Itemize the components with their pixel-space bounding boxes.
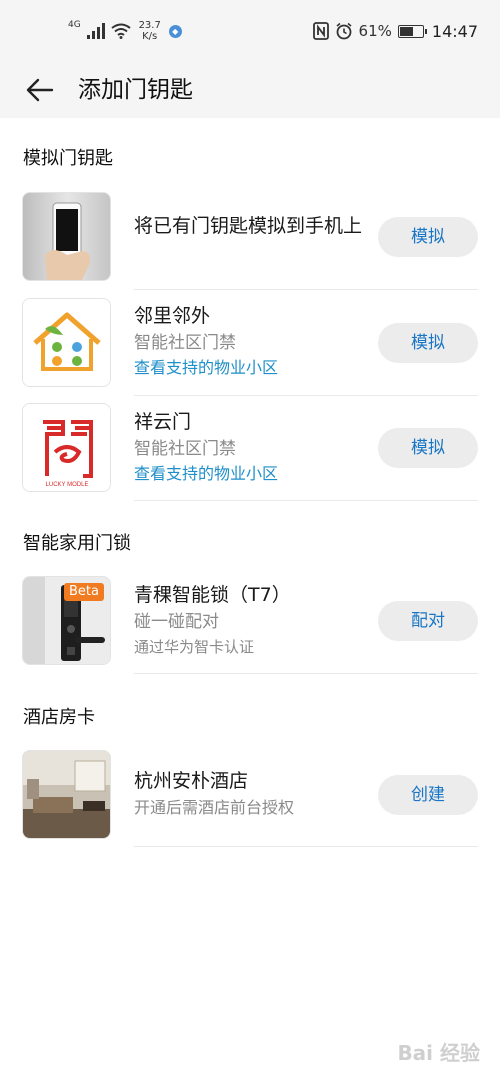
hotel-room-image bbox=[23, 751, 110, 838]
item-subtitle: 碰一碰配对 bbox=[134, 612, 219, 632]
simulate-button[interactable]: 模拟 bbox=[378, 217, 478, 257]
status-left: 4G 23.7 K/s ◆ bbox=[68, 18, 182, 44]
section-title-smart-lock: 智能家用门锁 bbox=[23, 533, 131, 554]
nfc-icon bbox=[312, 22, 329, 40]
list-item-copy-key[interactable]: 将已有门钥匙模拟到手机上 模拟 bbox=[0, 190, 500, 290]
section-title-hotel: 酒店房卡 bbox=[23, 707, 95, 728]
battery-icon bbox=[397, 24, 427, 38]
list-item-linli[interactable]: 邻里邻外 智能社区门禁 查看支持的物业小区 模拟 bbox=[0, 294, 500, 398]
watermark: Bai 经验 bbox=[397, 1041, 480, 1065]
back-arrow-icon bbox=[26, 78, 54, 102]
signal-icon bbox=[86, 23, 105, 39]
battery-fill bbox=[399, 26, 414, 36]
back-button[interactable] bbox=[20, 70, 60, 110]
item-text: 邻里邻外 智能社区门禁 查看支持的物业小区 bbox=[134, 302, 370, 380]
item-name: 青稞智能锁（T7） bbox=[134, 584, 291, 606]
beta-badge: Beta bbox=[64, 583, 104, 601]
divider bbox=[134, 846, 478, 847]
list-item-qingke-lock[interactable]: Beta 青稞智能锁（T7） 碰一碰配对 通过华为智卡认证 配对 bbox=[0, 573, 500, 677]
pair-button[interactable]: 配对 bbox=[378, 601, 478, 641]
status-bar: 4G 23.7 K/s ◆ 61% 14:47 bbox=[0, 0, 500, 62]
status-right: 61% 14:47 bbox=[312, 19, 478, 43]
item-text: 祥云门 智能社区门禁 查看支持的物业小区 bbox=[134, 408, 370, 486]
door-lock-thumbnail: Beta bbox=[22, 576, 111, 665]
page-title: 添加门钥匙 bbox=[78, 77, 193, 103]
divider bbox=[134, 395, 478, 396]
logo-caption: LUCKY MODLE bbox=[46, 482, 89, 488]
simulate-button[interactable]: 模拟 bbox=[378, 323, 478, 363]
app-header: 添加门钥匙 bbox=[0, 62, 500, 118]
divider bbox=[134, 500, 478, 501]
item-name: 杭州安朴酒店 bbox=[134, 770, 249, 792]
list-item-hotel[interactable]: 杭州安朴酒店 开通后需酒店前台授权 创建 bbox=[0, 747, 500, 851]
clock: 14:47 bbox=[431, 21, 478, 41]
house-logo-icon bbox=[23, 299, 110, 386]
vpn-icon: ◆ bbox=[168, 24, 182, 38]
battery-percent: 61% bbox=[358, 22, 392, 40]
item-subtitle: 开通后需酒店前台授权 bbox=[134, 798, 295, 817]
item-text: 将已有门钥匙模拟到手机上 bbox=[134, 212, 370, 240]
speed-unit: K/s bbox=[142, 31, 158, 42]
supported-communities-link[interactable]: 查看支持的物业小区 bbox=[134, 356, 370, 380]
item-name: 邻里邻外 bbox=[134, 305, 211, 327]
item-name: 祥云门 bbox=[134, 411, 192, 433]
phone-hand-thumbnail bbox=[22, 192, 111, 281]
item-text: 杭州安朴酒店 开通后需酒店前台授权 bbox=[134, 767, 370, 821]
alarm-icon bbox=[336, 22, 352, 40]
linli-logo bbox=[22, 298, 111, 387]
hotel-room-thumbnail bbox=[22, 750, 111, 839]
network-speed: 23.7 K/s bbox=[137, 20, 163, 42]
divider bbox=[134, 673, 478, 674]
divider bbox=[134, 289, 478, 290]
phone-image bbox=[23, 193, 110, 280]
item-text: 青稞智能锁（T7） 碰一碰配对 通过华为智卡认证 bbox=[134, 581, 370, 659]
door-character-logo-icon: LUCKY MODLE bbox=[23, 404, 110, 491]
item-subtitle: 智能社区门禁 bbox=[134, 333, 236, 353]
certification-note: 通过华为智卡认证 bbox=[134, 638, 255, 656]
xiangyun-logo: LUCKY MODLE bbox=[22, 403, 111, 492]
wifi-icon bbox=[111, 23, 131, 39]
list-item-xiangyun[interactable]: LUCKY MODLE 祥云门 智能社区门禁 查看支持的物业小区 模拟 bbox=[0, 400, 500, 504]
simulate-button[interactable]: 模拟 bbox=[378, 428, 478, 468]
item-subtitle: 智能社区门禁 bbox=[134, 439, 236, 459]
speed-value: 23.7 bbox=[138, 20, 161, 31]
supported-communities-link[interactable]: 查看支持的物业小区 bbox=[134, 462, 370, 486]
create-button[interactable]: 创建 bbox=[378, 775, 478, 815]
network-type: 4G bbox=[68, 19, 81, 30]
section-title-simulate: 模拟门钥匙 bbox=[23, 148, 113, 169]
item-name: 将已有门钥匙模拟到手机上 bbox=[134, 215, 363, 237]
